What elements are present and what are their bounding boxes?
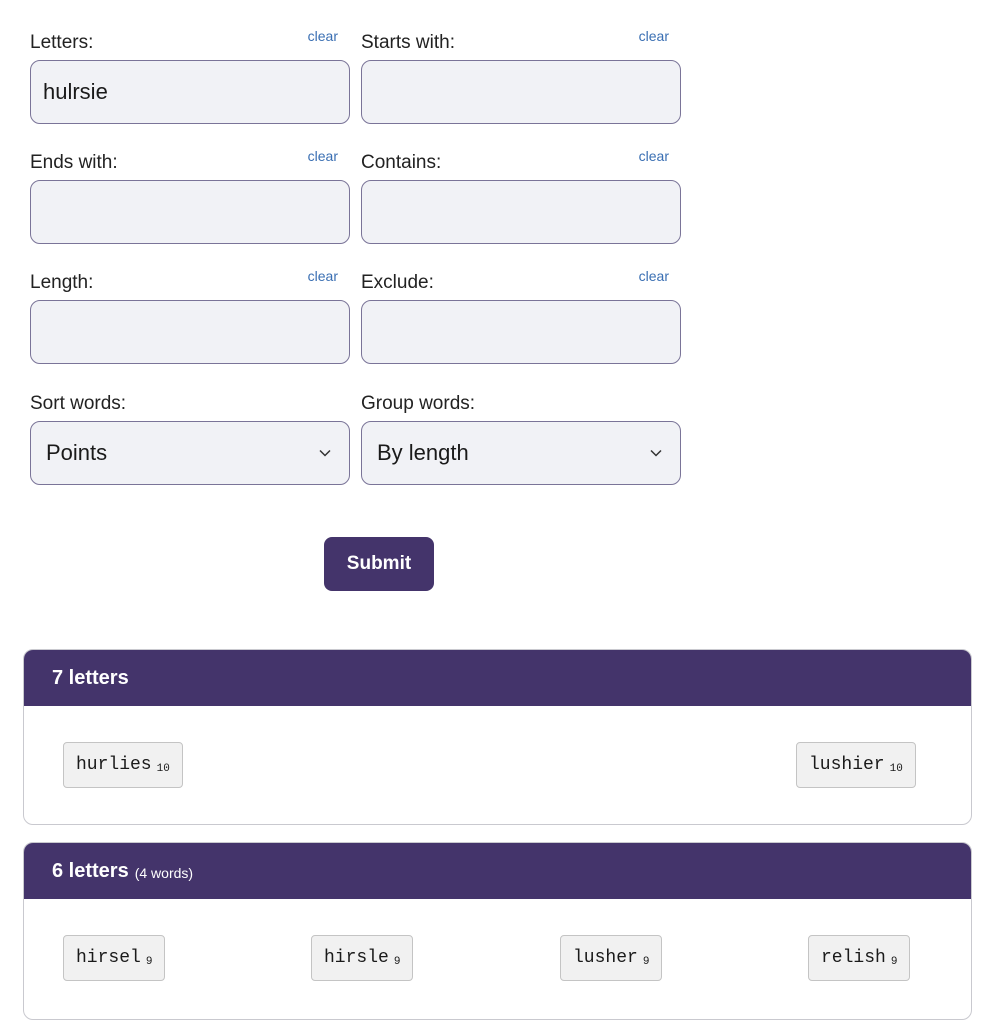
group-header: 6 letters (4 words) [24, 843, 971, 899]
sort-words-select[interactable]: Points [30, 421, 350, 485]
length-label: Length: [30, 272, 94, 293]
contains-input[interactable] [361, 180, 681, 244]
chevron-down-icon [319, 449, 331, 457]
word-chip[interactable]: relish 9 [808, 935, 911, 981]
group-title: 7 letters [52, 666, 129, 689]
starts-with-input[interactable] [361, 60, 681, 124]
exclude-label: Exclude: [361, 272, 434, 293]
chevron-down-icon [650, 449, 662, 457]
group-words-select[interactable]: By length [361, 421, 681, 485]
word-points: 9 [890, 956, 898, 968]
ends-with-clear-link[interactable]: clear [308, 148, 338, 164]
group-words-label: Group words: [361, 393, 476, 414]
group-header: 7 letters [24, 650, 971, 706]
group-word-count: (4 words) [134, 865, 194, 881]
starts-with-clear-link[interactable]: clear [639, 28, 669, 44]
exclude-input[interactable] [361, 300, 681, 364]
group-words-selected-value: By length [377, 440, 469, 465]
word-text: lusher [573, 948, 638, 968]
word-points: 9 [642, 956, 650, 968]
letters-clear-link[interactable]: clear [308, 28, 338, 44]
ends-with-input[interactable] [30, 180, 350, 244]
length-input[interactable] [30, 300, 350, 364]
ends-with-label: Ends with: [30, 152, 118, 173]
letters-label: Letters: [30, 32, 94, 53]
contains-clear-link[interactable]: clear [639, 148, 669, 164]
letters-input[interactable] [30, 60, 350, 124]
word-chip[interactable]: hurlies 10 [63, 742, 183, 788]
word-chip[interactable]: lushier 10 [796, 742, 916, 788]
word-points: 9 [145, 956, 153, 968]
contains-label: Contains: [361, 152, 442, 173]
starts-with-label: Starts with: [361, 32, 455, 53]
submit-button[interactable]: Submit [324, 537, 434, 591]
word-text: relish [821, 948, 886, 968]
group-title: 6 letters [52, 859, 129, 882]
word-text: hirsle [324, 948, 389, 968]
word-points: 10 [156, 763, 170, 775]
word-chip[interactable]: lusher 9 [560, 935, 663, 981]
word-text: hirsel [76, 948, 141, 968]
group-body: hirsel 9 hirsle 9 lusher 9 relish 9 [24, 899, 971, 1019]
word-chip[interactable]: hirsel 9 [63, 935, 166, 981]
word-points: 10 [889, 763, 903, 775]
word-points: 9 [393, 956, 401, 968]
result-group-7-letters: 7 letters hurlies 10 lushier 10 [23, 649, 972, 825]
word-text: hurlies [76, 755, 152, 775]
sort-words-selected-value: Points [46, 440, 108, 465]
word-chip[interactable]: hirsle 9 [311, 935, 414, 981]
result-group-6-letters: 6 letters (4 words) hirsel 9 hirsle 9 lu… [23, 842, 972, 1020]
exclude-clear-link[interactable]: clear [639, 268, 669, 284]
length-clear-link[interactable]: clear [308, 268, 338, 284]
group-body: hurlies 10 lushier 10 [24, 706, 971, 824]
word-text: lushier [809, 755, 885, 775]
sort-words-label: Sort words: [30, 393, 127, 414]
